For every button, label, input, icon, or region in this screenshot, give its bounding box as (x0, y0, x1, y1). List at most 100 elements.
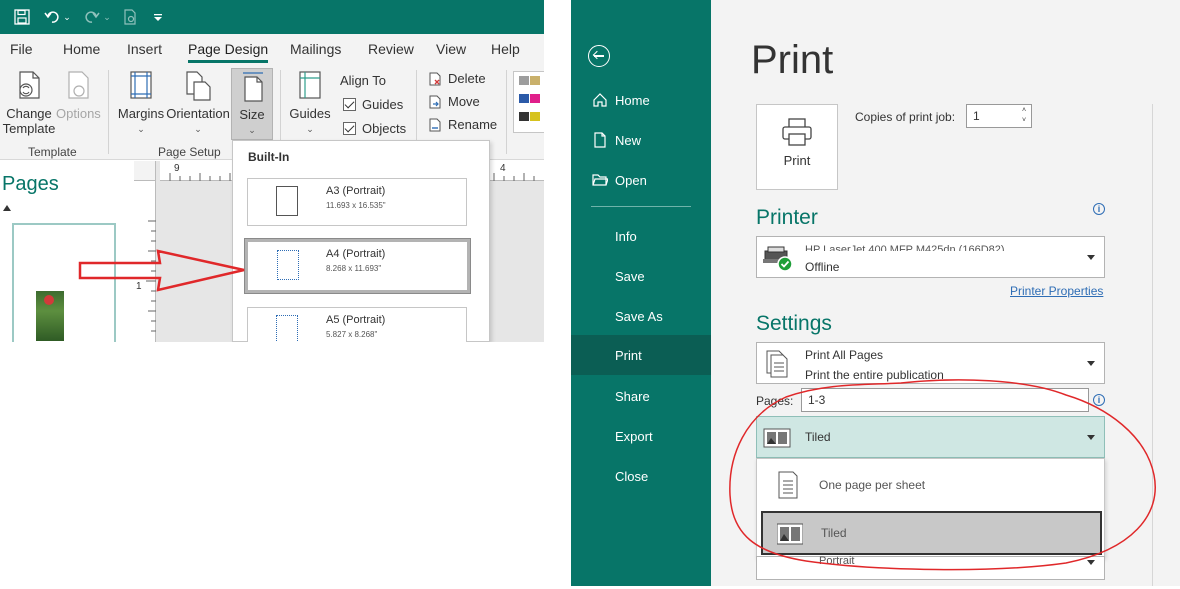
print-preview-icon[interactable] (120, 8, 140, 26)
group-divider (108, 70, 109, 154)
rename-page-button[interactable]: Rename (428, 117, 497, 132)
change-template-button[interactable]: Change Template (2, 70, 56, 136)
size-option-a5[interactable]: A5 (Portrait) 5.827 x 8.268" (247, 307, 467, 342)
guides-button[interactable]: Guides ⌄ (288, 70, 332, 137)
printer-heading: Printer (756, 206, 818, 229)
size-option-name: A3 (Portrait) (326, 185, 386, 197)
pages-stack-icon (766, 350, 788, 378)
tiled-layout-icon (763, 428, 791, 448)
objects-checkbox[interactable] (343, 122, 356, 135)
tab-view[interactable]: View (436, 41, 466, 57)
backstage-nav: Home New Open Info Save Save As Print Sh… (571, 0, 711, 586)
tab-help[interactable]: Help (491, 41, 520, 57)
size-option-a4[interactable]: A4 (Portrait) 8.268 x 11.693" (244, 238, 471, 294)
guides-checkbox[interactable] (343, 98, 356, 111)
color-swatch (519, 94, 529, 103)
ruler-corner (134, 161, 156, 181)
undo-icon[interactable] (42, 8, 62, 26)
nav-new[interactable]: New (571, 120, 711, 160)
ribbon-tabs: File Home Insert Page Design Mailings Re… (0, 34, 544, 64)
dropdown-arrow-icon (1087, 435, 1095, 440)
page-setup-group-label: Page Setup (158, 145, 221, 159)
guides-checkbox-row[interactable]: Guides (343, 97, 403, 112)
redo-dropdown-chevron-icon[interactable]: ⌄ (102, 8, 112, 26)
nav-home[interactable]: Home (571, 80, 711, 120)
size-button[interactable]: Size ⌄ (231, 68, 273, 140)
tab-file[interactable]: File (10, 41, 33, 57)
nav-print[interactable]: Print (571, 335, 711, 375)
options-button[interactable]: Options (56, 70, 101, 121)
tab-mailings[interactable]: Mailings (290, 41, 341, 57)
nav-info[interactable]: Info (571, 216, 711, 256)
pages-input[interactable]: 1-3 (801, 388, 1089, 412)
size-option-dims: 8.268 x 11.693" (326, 264, 382, 273)
info-icon[interactable]: i (1093, 203, 1105, 215)
layout-selected-value: Tiled (805, 430, 831, 444)
built-in-header: Built-In (248, 150, 290, 164)
guides-chevron-icon: ⌄ (306, 124, 314, 134)
nav-label: Info (615, 228, 637, 244)
customize-toolbar-icon[interactable] (150, 8, 166, 26)
copies-stepper[interactable]: 1 ˄ ˅ (966, 104, 1032, 128)
dropdown-arrow-icon (1087, 560, 1095, 565)
printer-properties-link[interactable]: Printer Properties (1010, 284, 1103, 298)
print-range-title: Print All Pages (805, 348, 884, 362)
layout-options-list: One page per sheet Tiled (756, 458, 1105, 558)
size-option-name: A4 (Portrait) (326, 248, 386, 260)
printer-select[interactable]: HP LaserJet 400 MFP M425dn (166D82) Offl… (756, 236, 1105, 278)
tab-home[interactable]: Home (63, 41, 100, 57)
copies-value: 1 (973, 109, 980, 123)
nav-save-as[interactable]: Save As (571, 296, 711, 336)
printer-status: Offline (805, 260, 840, 274)
objects-checkbox-row[interactable]: Objects (343, 121, 406, 136)
save-icon[interactable] (12, 8, 32, 26)
size-option-name: A5 (Portrait) (326, 314, 386, 326)
layout-option-one-page[interactable]: One page per sheet (761, 463, 1102, 507)
tiled-layout-icon (777, 523, 803, 545)
template-group-label: Template (28, 145, 77, 159)
margins-chevron-icon: ⌄ (137, 124, 145, 134)
align-to-label: Align To (340, 73, 387, 88)
nav-share[interactable]: Share (571, 376, 711, 416)
page-title: Print (751, 38, 834, 82)
layout-select[interactable]: Tiled (756, 416, 1105, 458)
template-icon (14, 70, 44, 102)
back-arrow-icon[interactable] (588, 45, 610, 67)
margins-icon (126, 70, 156, 102)
nav-label: New (615, 132, 642, 148)
spin-arrows-icon[interactable]: ˄ ˅ (1019, 106, 1029, 126)
color-scheme-gallery[interactable] (513, 71, 544, 133)
orientation-button[interactable]: Orientation ⌄ (166, 70, 230, 137)
dropdown-arrow-icon (1087, 255, 1095, 260)
print-range-select[interactable]: Print All Pages Print the entire publica… (756, 342, 1105, 384)
move-page-button[interactable]: Move (428, 94, 480, 109)
copies-label: Copies of print job: (855, 110, 956, 124)
nav-open[interactable]: Open (571, 160, 711, 200)
layout-option-tiled[interactable]: Tiled (761, 511, 1102, 555)
delete-page-button[interactable]: Delete (428, 71, 486, 86)
margins-button[interactable]: Margins ⌄ (116, 70, 166, 137)
options-icon (63, 70, 93, 102)
color-swatch (519, 76, 529, 85)
tab-insert[interactable]: Insert (127, 41, 162, 57)
nav-save[interactable]: Save (571, 256, 711, 296)
size-option-a3[interactable]: A3 (Portrait) 11.693 x 16.535" (247, 178, 467, 226)
redo-icon[interactable] (82, 8, 102, 26)
tab-page-design[interactable]: Page Design (188, 41, 269, 63)
objects-checkbox-label: Objects (362, 121, 407, 136)
nav-export[interactable]: Export (571, 416, 711, 456)
printer-status-icon (763, 246, 793, 272)
collapse-triangle-icon[interactable] (3, 205, 11, 211)
group-divider (506, 70, 507, 154)
color-swatch (530, 94, 540, 103)
info-icon[interactable]: i (1093, 394, 1105, 406)
options-label: Options (56, 106, 101, 121)
scroll-divider (1152, 104, 1153, 586)
tab-review[interactable]: Review (368, 41, 414, 57)
undo-dropdown-chevron-icon[interactable]: ⌄ (62, 8, 72, 26)
orientation-select[interactable]: Portrait (756, 555, 1105, 580)
page-size-icon (277, 250, 299, 280)
orientation-icon (183, 70, 213, 102)
print-button[interactable]: Print (756, 104, 838, 190)
nav-close[interactable]: Close (571, 456, 711, 496)
